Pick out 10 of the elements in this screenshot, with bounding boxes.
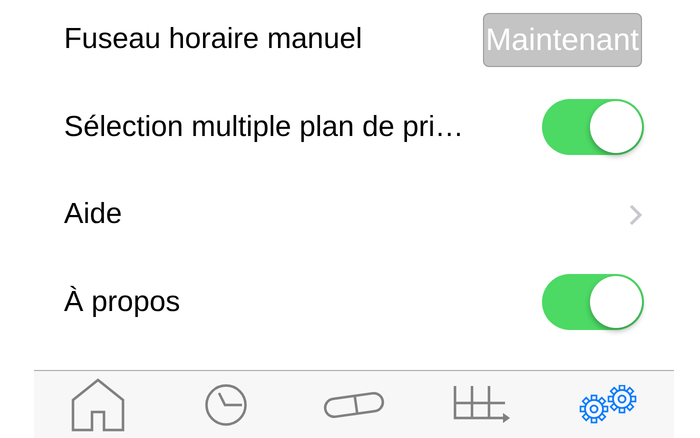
setting-label: À propos (64, 284, 180, 320)
clock-icon[interactable] (204, 382, 248, 426)
toggle-switch[interactable] (542, 99, 644, 156)
setting-label: Fuseau horaire manuel (64, 22, 362, 57)
home-icon[interactable] (71, 378, 125, 432)
setting-label: Sélection multiple plan de pri… (64, 110, 464, 144)
setting-label: Aide (64, 197, 122, 232)
toggle-switch[interactable] (542, 274, 644, 330)
chevron-icon (629, 204, 643, 226)
grid-chart-icon[interactable] (453, 384, 511, 426)
